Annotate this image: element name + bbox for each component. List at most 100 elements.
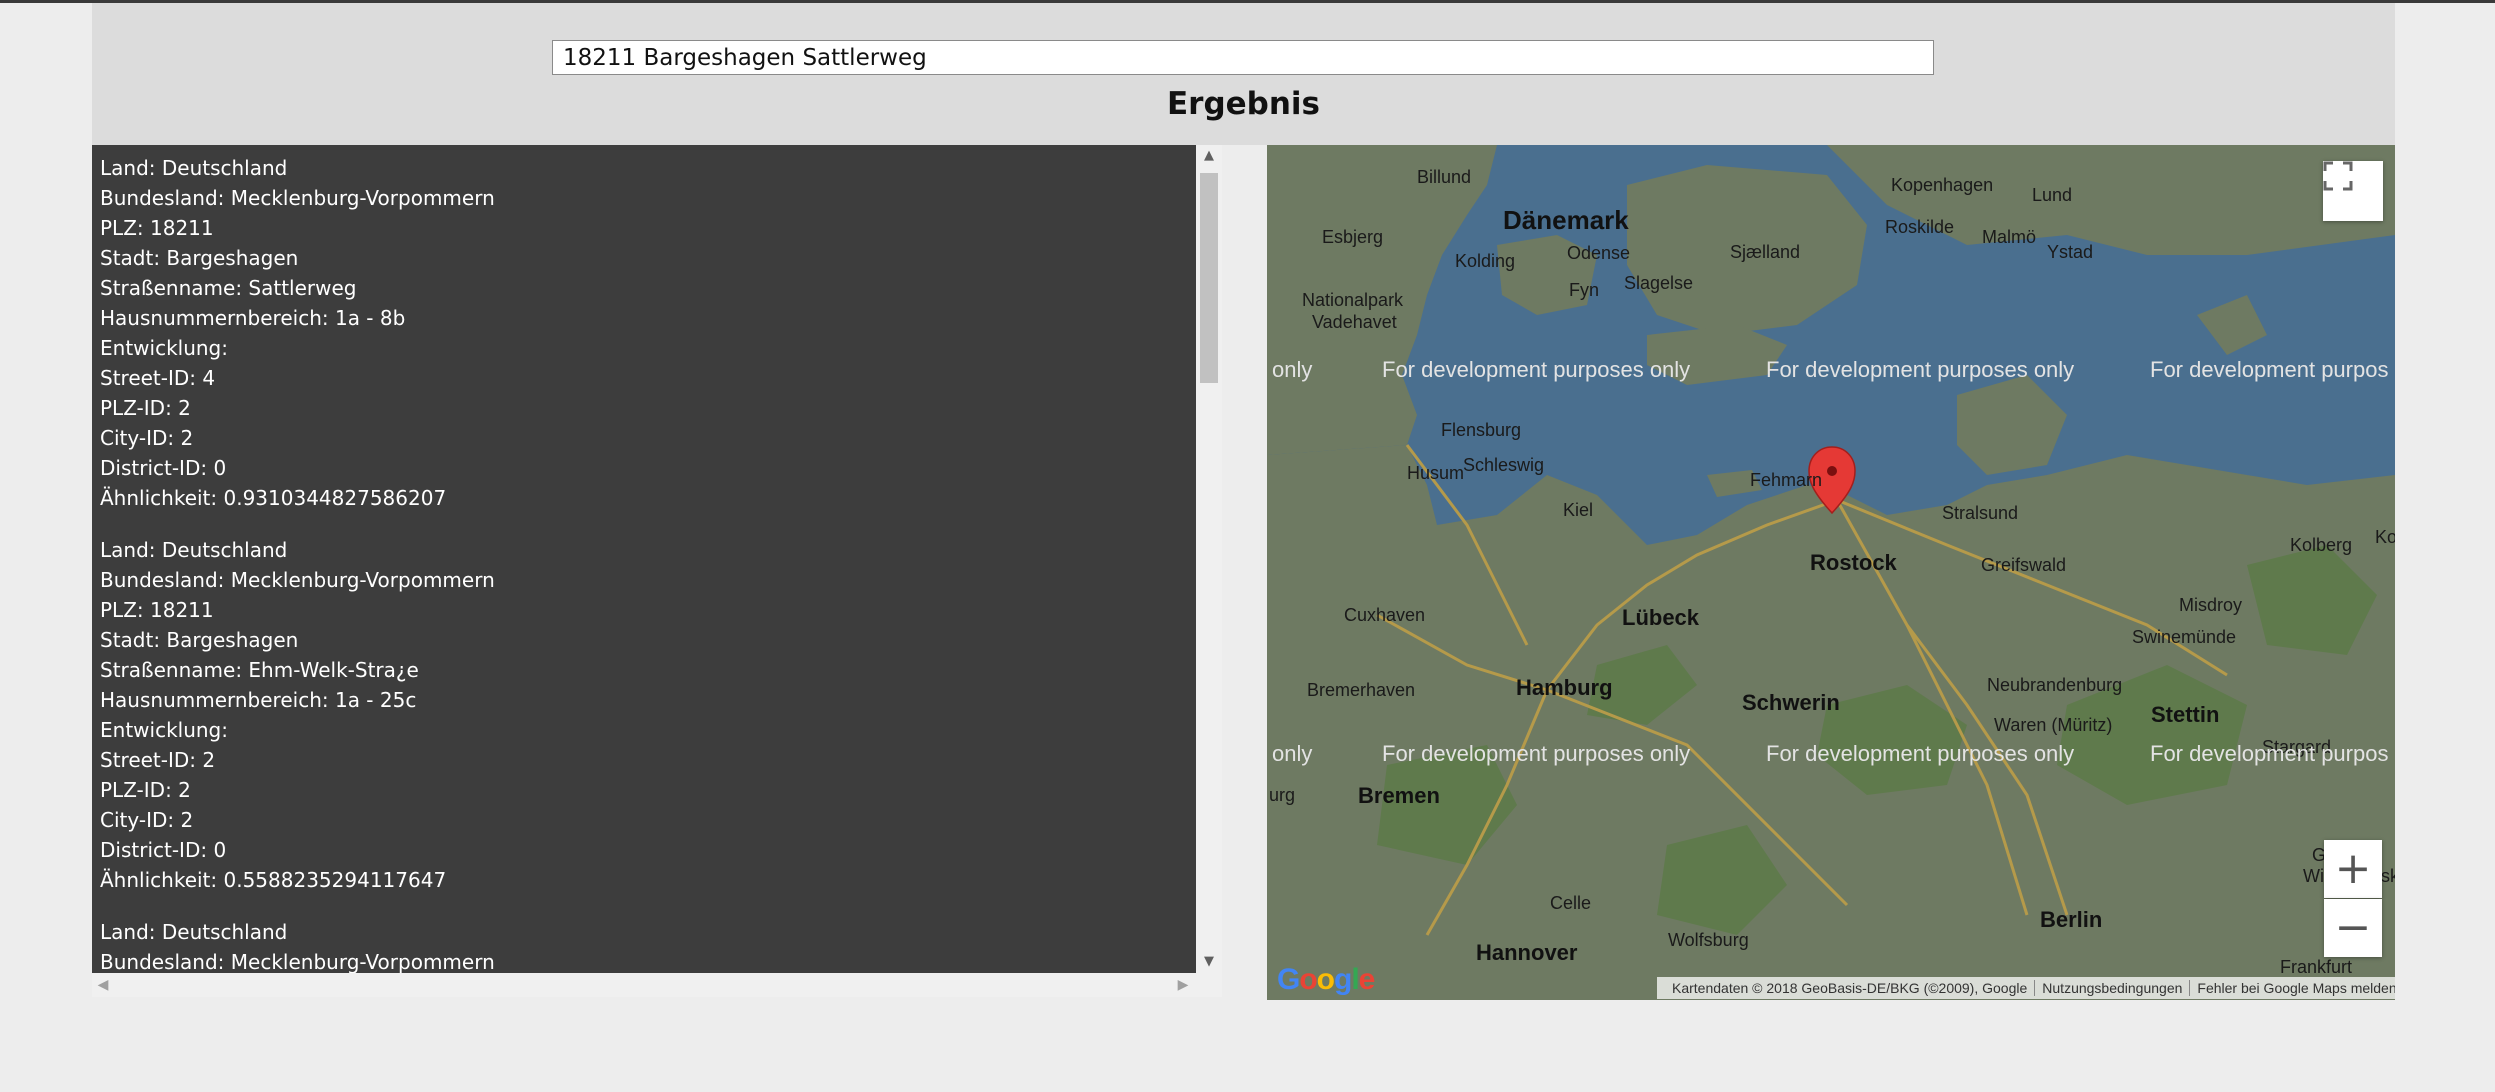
map-label-city: urg xyxy=(1269,785,1296,805)
result-line: Hausnummernbereich: 1a - 8b xyxy=(100,306,406,330)
map-watermark: For development purposes only xyxy=(1766,357,2075,382)
fullscreen-button[interactable] xyxy=(2323,161,2383,221)
result-line: Land: Deutschland xyxy=(100,920,288,944)
map-label-city: Berlin xyxy=(2040,907,2103,932)
result-line: District-ID: 0 xyxy=(100,456,227,480)
map-label-city: Kolberg xyxy=(2290,535,2353,555)
result-line: PLZ-ID: 2 xyxy=(100,396,191,420)
map-watermark: For development purposes only xyxy=(1382,357,1691,382)
result-line: Straßenname: Sattlerweg xyxy=(100,276,357,300)
map-label-city: Lübeck xyxy=(1622,605,1700,630)
result-line: Bundesland: Mecklenburg-Vorpommern xyxy=(100,950,495,973)
map-label-city: Flensburg xyxy=(1441,420,1522,440)
map-label-country: Dänemark xyxy=(1503,205,1629,235)
scroll-thumb[interactable] xyxy=(1200,173,1218,383)
map-watermark: For development purpos xyxy=(2150,357,2389,382)
scroll-left-arrow-icon[interactable]: ◀ xyxy=(92,973,114,997)
result-block: Land: Deutschland Bundesland: Mecklenburg… xyxy=(92,895,1196,973)
result-line: Land: Deutschland xyxy=(100,538,288,562)
map-label-city: Schwerin xyxy=(1742,690,1840,715)
fullscreen-icon xyxy=(2323,161,2353,191)
result-line: PLZ: 18211 xyxy=(100,598,214,622)
scroll-up-arrow-icon[interactable]: ▲ xyxy=(1196,145,1222,167)
map-label-city: Malmö xyxy=(1982,227,2037,247)
result-line: Hausnummernbereich: 1a - 25c xyxy=(100,688,417,712)
map-label-city: Neubrandenburg xyxy=(1987,675,2123,695)
result-line: Stadt: Bargeshagen xyxy=(100,628,299,652)
map-label-city: Bremerhaven xyxy=(1307,680,1416,700)
map-label-city: Misdroy xyxy=(2179,595,2243,615)
map-label-city: Cuxhaven xyxy=(1344,605,1426,625)
result-line: Land: Deutschland xyxy=(100,156,288,180)
map-label-city: Schleswig xyxy=(1463,455,1545,475)
map-label-city: Esbjerg xyxy=(1322,227,1384,247)
map-watermark: For development purposes only xyxy=(1382,741,1691,766)
results-panel[interactable]: Land: Deutschland Bundesland: Mecklenburg… xyxy=(92,145,1196,973)
result-line: Street-ID: 4 xyxy=(100,366,216,390)
map-label-city: Swinemünde xyxy=(2132,627,2237,647)
map-label-city: Vadehavet xyxy=(1312,312,1397,332)
address-search-input[interactable] xyxy=(552,40,1934,75)
report-error-link[interactable]: Fehler bei Google Maps melden xyxy=(2190,980,2395,996)
result-line: District-ID: 0 xyxy=(100,838,227,862)
results-vertical-scrollbar[interactable]: ▲ ▼ xyxy=(1196,145,1222,973)
result-block: Land: Deutschland Bundesland: Mecklenburg… xyxy=(92,145,1196,513)
map-label-city: Stettin xyxy=(2151,702,2220,727)
map-attribution-bar: Kartendaten © 2018 GeoBasis-DE/BKG (©200… xyxy=(1657,977,2395,999)
result-line: Straßenname: Ehm-Welk-Stra¿e xyxy=(100,658,419,682)
map-label-city: Ko xyxy=(2375,527,2395,547)
map-watermark: For development purposes only xyxy=(1766,741,2075,766)
terms-link[interactable]: Nutzungsbedingungen xyxy=(2035,980,2191,996)
map-label-city: Kiel xyxy=(1563,500,1594,520)
map-label-city: Rostock xyxy=(1810,550,1897,575)
map-watermark: For development purpos xyxy=(2150,741,2389,766)
map-label-city: Celle xyxy=(1550,893,1592,913)
result-block: Land: Deutschland Bundesland: Mecklenburg… xyxy=(92,513,1196,895)
map-label-city: Slagelse xyxy=(1624,273,1694,293)
map-label-city: Hannover xyxy=(1476,940,1578,965)
results-horizontal-scrollbar[interactable]: ◀ ▶ xyxy=(92,973,1222,997)
result-line: Bundesland: Mecklenburg-Vorpommern xyxy=(100,568,495,592)
result-line: City-ID: 2 xyxy=(100,426,194,450)
map-label-city: Sjælland xyxy=(1730,242,1801,262)
result-line: Street-ID: 2 xyxy=(100,748,216,772)
map-view[interactable]: Dänemark Kopenhagen Lund Malmö Ystad Ros… xyxy=(1267,145,2395,1000)
map-label-city: Billund xyxy=(1417,167,1472,187)
result-line: PLZ: 18211 xyxy=(100,216,214,240)
map-label-city: Kopenhagen xyxy=(1891,175,1994,195)
map-label-city: Odense xyxy=(1567,243,1631,263)
result-line: PLZ-ID: 2 xyxy=(100,778,191,802)
map-label-city: Ystad xyxy=(2047,242,2094,262)
map-label-city: Wolfsburg xyxy=(1668,930,1749,950)
zoom-out-button[interactable]: − xyxy=(2324,899,2382,957)
result-line: Entwicklung: xyxy=(100,718,228,742)
zoom-in-button[interactable]: + xyxy=(2324,840,2382,898)
map-label-city: Bremen xyxy=(1358,783,1440,808)
map-label-city: Husum xyxy=(1407,463,1465,483)
page-title: Ergebnis xyxy=(1166,86,1321,122)
map-label-city: Fehmarn xyxy=(1750,470,1823,490)
result-line: Entwicklung: xyxy=(100,336,228,360)
map-label-city: Roskilde xyxy=(1885,217,1955,237)
map-watermark: only xyxy=(1272,741,1313,766)
scroll-down-arrow-icon[interactable]: ▼ xyxy=(1196,951,1222,973)
result-line: Ähnlichkeit: 0.9310344827586207 xyxy=(100,486,447,510)
map-label-city: Lund xyxy=(2032,185,2073,205)
map-label-city: Waren (Müritz) xyxy=(1994,715,2113,735)
map-label-city: Kolding xyxy=(1455,251,1516,271)
map-watermark: only xyxy=(1272,357,1313,382)
map-copyright-text: Kartendaten © 2018 GeoBasis-DE/BKG (©200… xyxy=(1665,980,2036,996)
map-label-city: Frankfurt xyxy=(2280,957,2353,977)
map-label-city: Stralsund xyxy=(1942,503,2019,523)
result-line: Ähnlichkeit: 0.5588235294117647 xyxy=(100,868,447,892)
result-line: City-ID: 2 xyxy=(100,808,194,832)
map-label-city: Fyn xyxy=(1569,280,1600,300)
page-container: Ergebnis Land: Deutschland Bundesland: Me… xyxy=(92,3,2395,1003)
map-label-city: Hamburg xyxy=(1516,675,1613,700)
map-label-city: Greifswald xyxy=(1981,555,2067,575)
google-logo[interactable]: Google xyxy=(1277,963,1375,997)
result-line: Stadt: Bargeshagen xyxy=(100,246,299,270)
result-line: Bundesland: Mecklenburg-Vorpommern xyxy=(100,186,495,210)
scroll-right-arrow-icon[interactable]: ▶ xyxy=(1172,973,1194,997)
map-label-city: Nationalpark xyxy=(1302,290,1404,310)
